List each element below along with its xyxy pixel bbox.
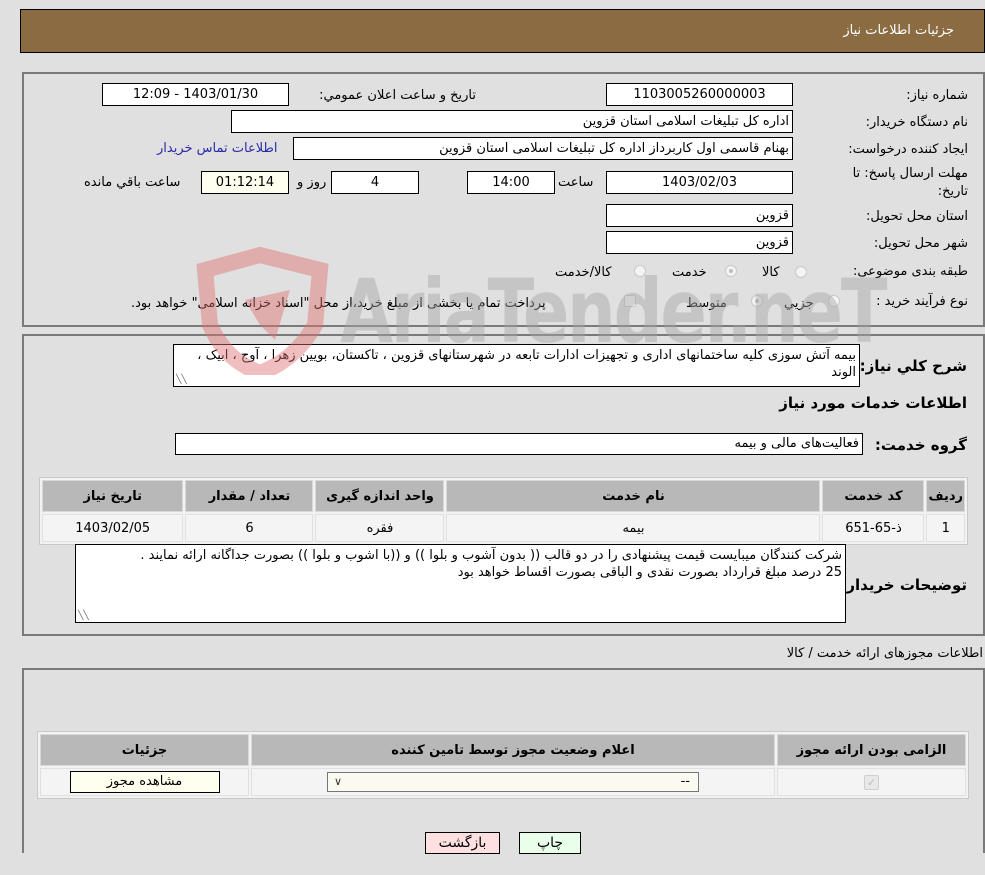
cell-permit-status: -- ∨ xyxy=(251,768,775,796)
permit-status-select[interactable]: -- ∨ xyxy=(327,772,699,792)
requester-field: بهنام قاسمی اول کاربرداز اداره کل تبلیغا… xyxy=(293,137,793,160)
buyer-org-label: نام دستگاه خريدار: xyxy=(865,115,968,130)
deadline-time-label: ساعت xyxy=(558,175,594,190)
buyer-org-field: اداره کل تبلیغات اسلامی استان قزوین xyxy=(231,110,793,133)
category-option-service: خدمت xyxy=(672,265,707,280)
announce-datetime-field: 1403/01/30 - 12:09 xyxy=(102,83,289,106)
permits-table: الزامی بودن ارائه مجوز اعلام وضعیت مجوز … xyxy=(37,731,969,799)
delivery-city-field: قزوین xyxy=(606,231,793,254)
delivery-province-label: استان محل تحویل: xyxy=(866,209,968,224)
buyer-notes-line-1: شرکت کنندگان میبایست قیمت پیشنهادی را در… xyxy=(140,548,842,563)
treasury-checkbox[interactable] xyxy=(624,295,636,307)
cell-quantity: 6 xyxy=(185,514,314,542)
chevron-down-icon: ∨ xyxy=(334,775,343,788)
category-option-goods: کالا xyxy=(762,265,780,280)
category-radio-service[interactable] xyxy=(725,265,737,277)
days-remaining-field: 4 xyxy=(331,171,419,194)
table-row: 1 ذ-65-651 بیمه فقره 6 1403/02/05 xyxy=(42,514,965,542)
cell-row: 1 xyxy=(926,514,965,542)
buyer-contact-link[interactable]: اطلاعات تماس خریدار xyxy=(157,141,277,156)
col-service-name: نام خدمت xyxy=(446,480,821,512)
cell-unit: فقره xyxy=(315,514,445,542)
services-table-header: رديف کد خدمت نام خدمت واحد اندازه گيری ت… xyxy=(42,480,965,512)
print-button[interactable]: چاپ xyxy=(519,832,581,854)
category-radio-goods[interactable] xyxy=(795,266,807,278)
treasury-checkbox-label: پرداخت تمام یا بخشی از مبلغ خرید،از محل … xyxy=(131,296,546,311)
delivery-city-label: شهر محل تحویل: xyxy=(873,236,968,251)
table-row: ✓ -- ∨ مشاهده مجوز xyxy=(40,768,966,796)
time-remaining-field: 01:12:14 xyxy=(201,171,289,194)
description-textarea[interactable]: بیمه آتش سوزی کلیه ساختمانهای اداری و تج… xyxy=(173,344,860,387)
col-permit-required: الزامی بودن ارائه مجوز xyxy=(777,734,966,766)
col-service-code: کد خدمت xyxy=(822,480,925,512)
service-group-label: گروه خدمت: xyxy=(874,436,967,454)
deadline-label-line1: مهلت ارسال پاسخ: تا xyxy=(852,166,968,181)
days-label: روز و xyxy=(297,175,327,190)
process-option-minor: جزيي xyxy=(784,296,814,311)
purchase-process-label: نوع فرآيند خريد : xyxy=(876,294,968,309)
process-option-medium: متوسط xyxy=(686,296,727,311)
col-unit: واحد اندازه گيری xyxy=(315,480,445,512)
need-number-label: شماره نیاز: xyxy=(906,88,968,103)
category-radio-goods-service[interactable] xyxy=(634,265,646,277)
buyer-notes-line-2: 25 درصد مبلغ قرارداد بصورت نقدی و الباقی… xyxy=(457,565,842,580)
time-remaining-label: ساعت باقي مانده xyxy=(84,175,181,190)
service-group-field: فعالیت‌های مالی و بیمه xyxy=(175,433,863,455)
announce-datetime-label: تاریخ و ساعت اعلان عمومي: xyxy=(319,88,476,103)
permits-table-header: الزامی بودن ارائه مجوز اعلام وضعیت مجوز … xyxy=(40,734,966,766)
permit-required-checkbox: ✓ xyxy=(864,774,879,790)
cell-service-name: بیمه xyxy=(446,514,821,542)
page-title: جزئیات اطلاعات نیاز xyxy=(843,23,954,38)
back-button[interactable]: بازگشت xyxy=(425,832,500,854)
cell-permit-details: مشاهده مجوز xyxy=(40,768,249,796)
description-label: شرح کلي نياز: xyxy=(859,357,967,375)
permits-section-title: اطلاعات مجوزهای ارائه خدمت / کالا xyxy=(786,646,983,661)
page-header: جزئیات اطلاعات نیاز xyxy=(20,9,985,53)
permit-status-value: -- xyxy=(680,774,690,789)
cell-service-code: ذ-65-651 xyxy=(822,514,925,542)
services-section-title: اطلاعات خدمات مورد نياز xyxy=(779,394,967,412)
col-permit-status: اعلام وضعیت مجوز توسط تامین کننده xyxy=(251,734,775,766)
col-row: رديف xyxy=(926,480,965,512)
deadline-label-line2: تاریخ: xyxy=(937,184,968,199)
resize-grip-icon[interactable]: ╲╲ xyxy=(78,612,89,621)
buyer-notes-textarea[interactable]: شرکت کنندگان میبایست قیمت پیشنهادی را در… xyxy=(75,544,846,623)
process-radio-medium[interactable] xyxy=(751,295,763,307)
requester-label: ايجاد کننده درخواست: xyxy=(848,142,968,157)
description-text: بیمه آتش سوزی کلیه ساختمانهای اداری و تج… xyxy=(197,348,856,380)
col-need-date: تاريخ نياز xyxy=(42,480,184,512)
deadline-date-field: 1403/02/03 xyxy=(606,171,793,194)
category-label: طبقه بندی موضوعی: xyxy=(852,264,968,279)
col-permit-details: جزئیات xyxy=(40,734,249,766)
col-quantity: تعداد / مقدار xyxy=(185,480,314,512)
deadline-time-field: 14:00 xyxy=(467,171,555,194)
resize-grip-icon[interactable]: ╲╲ xyxy=(176,376,187,385)
process-radio-minor[interactable] xyxy=(828,295,840,307)
buyer-notes-label: توضيحات خريدار: xyxy=(840,576,967,594)
category-option-goods-service: کالا/خدمت xyxy=(555,265,612,280)
services-table: رديف کد خدمت نام خدمت واحد اندازه گيری ت… xyxy=(39,477,968,545)
delivery-province-field: قزوین xyxy=(606,204,793,227)
need-number-field: 1103005260000003 xyxy=(606,83,793,106)
cell-need-date: 1403/02/05 xyxy=(42,514,184,542)
cell-permit-required: ✓ xyxy=(777,768,966,796)
view-permit-button[interactable]: مشاهده مجوز xyxy=(69,771,220,793)
